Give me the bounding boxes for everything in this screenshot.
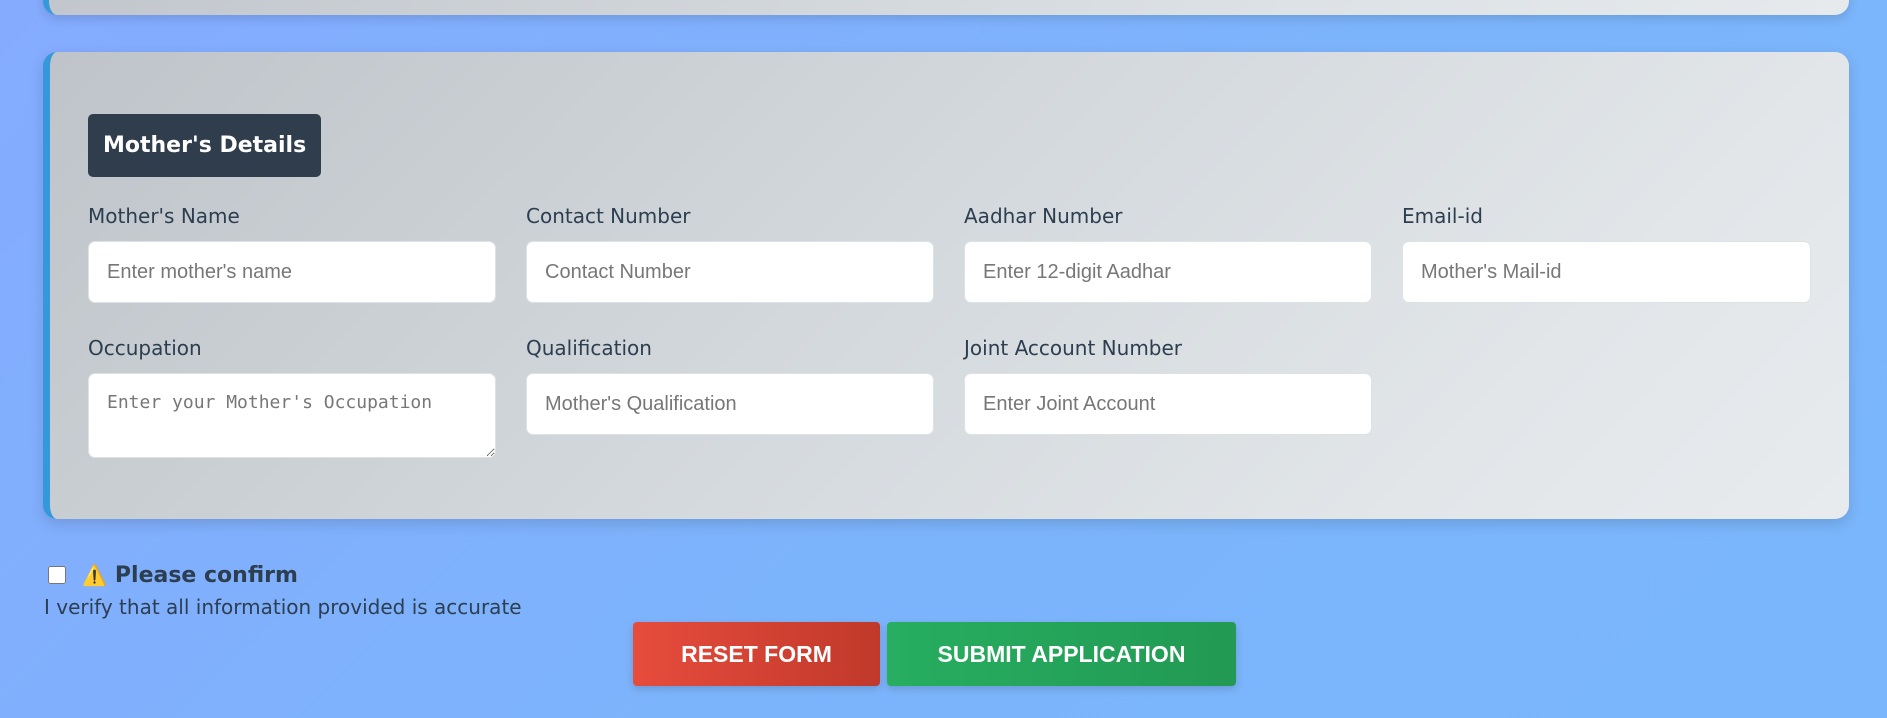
contact-number-input[interactable] (526, 241, 934, 303)
email-label: Email-id (1402, 204, 1483, 228)
submit-application-button[interactable]: SUBMIT APPLICATION (887, 622, 1236, 686)
confirm-row: ⚠️ Please confirm (48, 560, 298, 590)
joint-account-label: Joint Account Number (964, 336, 1183, 360)
section-title: Mother's Details (88, 114, 322, 177)
joint-account-input[interactable] (964, 373, 1372, 435)
confirm-title: Please confirm (114, 562, 298, 588)
confirm-text: I verify that all information provided i… (44, 595, 522, 619)
occupation-textarea[interactable] (88, 373, 496, 458)
aadhar-number-label: Aadhar Number (964, 204, 1123, 228)
email-input[interactable] (1402, 241, 1811, 303)
qualification-input[interactable] (526, 373, 934, 435)
confirm-checkbox[interactable] (48, 566, 66, 584)
previous-section-card (43, 0, 1849, 15)
occupation-label: Occupation (88, 336, 202, 360)
reset-form-button[interactable]: RESET FORM (633, 622, 880, 686)
contact-number-label: Contact Number (526, 204, 691, 228)
qualification-label: Qualification (526, 336, 652, 360)
mother-name-label: Mother's Name (88, 204, 240, 228)
aadhar-number-input[interactable] (964, 241, 1372, 303)
mother-name-input[interactable] (88, 241, 496, 303)
warning-icon: ⚠️ (82, 563, 107, 587)
